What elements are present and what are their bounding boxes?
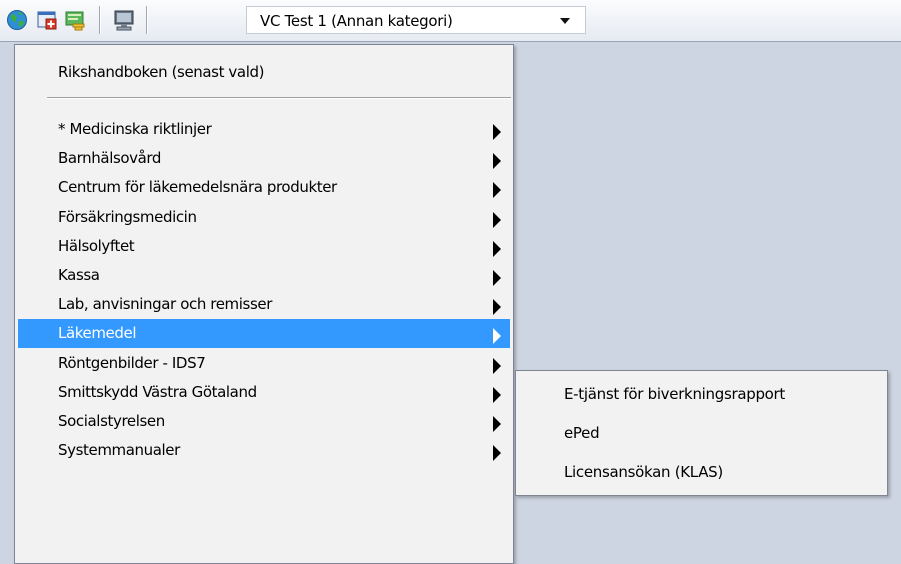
menu-item-smittskydd[interactable]: Smittskydd Västra Götaland [18, 378, 510, 407]
submenu-arrow-icon [493, 357, 501, 374]
submenu-item-eped[interactable]: ePed [519, 418, 884, 448]
menu-item-centrum-lakemedelsnara[interactable]: Centrum för läkemedelsnära produkter [18, 173, 510, 202]
menu-item-kassa[interactable]: Kassa [18, 261, 510, 290]
submenu-item-biverkningsrapport[interactable]: E-tjänst för biverkningsrapport [519, 379, 884, 409]
submenu-arrow-icon [493, 124, 501, 140]
menu-item-barnhalsovard[interactable]: Barnhälsovård [18, 144, 510, 173]
menu-item-socialstyrelsen[interactable]: Socialstyrelsen [18, 407, 510, 436]
submenu-arrow-icon [493, 386, 501, 403]
dropdown-menu: Rikshandboken (senast vald) * Medicinska… [14, 44, 514, 564]
submenu-arrow-icon [493, 328, 501, 345]
add-document-icon[interactable] [36, 9, 58, 31]
submenu-item-licensansokan[interactable]: Licensansökan (KLAS) [519, 457, 884, 487]
menu-item-label: Rikshandboken (senast vald) [58, 63, 265, 81]
menu-item-label: Centrum för läkemedelsnära produkter [58, 178, 337, 197]
category-select[interactable]: VC Test 1 (Annan kategori) [246, 6, 586, 34]
menu-item-label: Barnhälsovård [58, 149, 162, 168]
submenu-arrow-icon [493, 182, 501, 199]
menu-item-label: Lab, anvisningar och remisser [58, 295, 272, 314]
menu-item-label: Smittskydd Västra Götaland [58, 382, 257, 401]
notes-icon[interactable] [64, 9, 86, 31]
menu-item-rikshandboken[interactable]: Rikshandboken (senast vald) [18, 58, 510, 87]
submenu-item-label: ePed [564, 424, 600, 442]
menu-item-forsakringsmedicin[interactable]: Försäkringsmedicin [18, 203, 510, 232]
menu-separator [47, 97, 511, 99]
menu-item-medicinska-riktlinjer[interactable]: * Medicinska riktlinjer [18, 115, 510, 144]
submenu-item-label: E-tjänst för biverkningsrapport [564, 385, 785, 403]
menu-item-label: Läkemedel [58, 324, 137, 343]
submenu-arrow-icon [493, 211, 501, 228]
submenu-item-label: Licensansökan (KLAS) [564, 463, 723, 481]
submenu-arrow-icon [493, 153, 501, 170]
menu-item-label: Hälsolyftet [58, 236, 135, 255]
menu-item-halsolyftet[interactable]: Hälsolyftet [18, 232, 510, 261]
toolbar-separator [146, 6, 148, 34]
menu-item-rontgenbilder[interactable]: Röntgenbilder - IDS7 [18, 349, 510, 378]
menu-item-label: Kassa [58, 266, 100, 284]
menu-item-lakemedel[interactable]: Läkemedel [18, 319, 510, 349]
submenu-arrow-icon [493, 270, 501, 286]
menu-item-label: * Medicinska riktlinjer [58, 120, 212, 138]
submenu-arrow-icon [493, 416, 501, 432]
menu-item-systemmanualer[interactable]: Systemmanualer [18, 436, 510, 465]
menu-item-label: Systemmanualer [58, 441, 180, 460]
submenu-arrow-icon [493, 445, 501, 462]
toolbar-separator [99, 6, 101, 34]
menu-item-lab-anvisningar[interactable]: Lab, anvisningar och remisser [18, 290, 510, 319]
menu-item-label: Röntgenbilder - IDS7 [58, 353, 206, 372]
menu-item-label: Försäkringsmedicin [58, 207, 197, 226]
submenu-arrow-icon [493, 299, 501, 316]
globe-icon[interactable] [6, 9, 28, 31]
chevron-down-icon[interactable] [547, 7, 587, 33]
submenu-arrow-icon [493, 240, 501, 257]
submenu-lakemedel: E-tjänst för biverkningsrapport ePed Lic… [515, 370, 888, 496]
computer-icon[interactable] [113, 9, 135, 31]
menu-item-label: Socialstyrelsen [58, 412, 165, 430]
toolbar: VC Test 1 (Annan kategori) [0, 0, 901, 42]
category-select-value: VC Test 1 (Annan kategori) [260, 12, 453, 30]
